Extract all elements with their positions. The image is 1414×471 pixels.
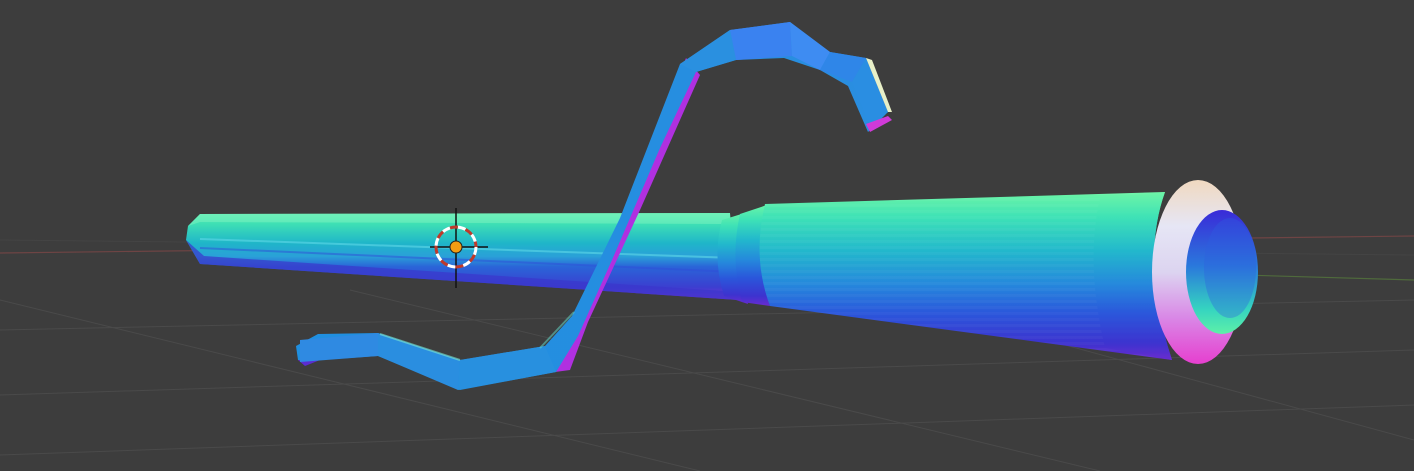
origin-dot	[449, 240, 463, 254]
horn-tube-mesh[interactable]	[759, 180, 1258, 364]
3d-viewport[interactable]	[0, 0, 1414, 471]
viewport-canvas[interactable]	[0, 0, 1414, 471]
tapered-rod-mesh[interactable]	[186, 213, 738, 300]
